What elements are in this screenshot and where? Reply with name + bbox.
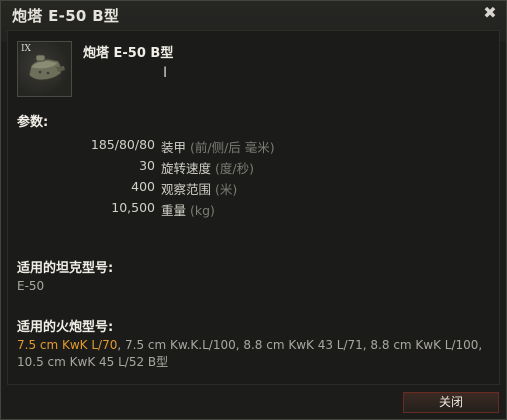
module-info-panel: IX 炮塔 E-50 B型 I 参数: 185/80/80 装甲 (前/侧/后 … [7, 30, 500, 385]
param-name-text: 装甲 [161, 140, 187, 155]
param-row-weight: 10,500 重量 (kg) [8, 200, 501, 218]
param-name-text: 旋转速度 [161, 161, 212, 176]
param-name: 装甲 (前/侧/后 毫米) [161, 137, 275, 156]
param-name-text: 观察范围 [161, 182, 212, 197]
param-value: 185/80/80 [90, 137, 155, 152]
text-cursor-icon: I [163, 65, 168, 81]
compatible-guns: 7.5 cm KwK L/70, 7.5 cm Kw.K.L/100, 8.8 … [17, 337, 492, 371]
param-value: 30 [139, 158, 155, 173]
param-unit: (度/秒) [215, 161, 254, 176]
param-unit: (米) [215, 182, 238, 197]
current-gun: 7.5 cm KwK L/70 [17, 338, 118, 352]
param-name: 重量 (kg) [161, 200, 215, 219]
param-name: 旋转速度 (度/秒) [161, 158, 254, 177]
module-info-window: 炮塔 E-50 B型 ✖ IX 炮塔 E-50 B型 I 参数: 185/80/… [0, 0, 507, 420]
param-value: 400 [131, 179, 155, 194]
param-row-rotation-speed: 30 旋转速度 (度/秒) [8, 158, 501, 176]
params-label: 参数: [17, 115, 49, 130]
window-titlebar[interactable]: 炮塔 E-50 B型 ✖ [1, 1, 506, 29]
param-row-view-range: 400 观察范围 (米) [8, 179, 501, 197]
window-title: 炮塔 E-50 B型 [12, 7, 120, 25]
param-value: 10,500 [111, 200, 155, 215]
guns-label: 适用的火炮型号: [17, 320, 114, 335]
turret-icon [27, 54, 65, 84]
param-name: 观察范围 (米) [161, 179, 237, 198]
close-button[interactable]: 关闭 [403, 392, 499, 413]
compatible-tanks: E-50 [17, 279, 45, 293]
tanks-label: 适用的坦克型号: [17, 261, 114, 276]
module-icon-box: IX [17, 41, 72, 97]
param-unit: (前/侧/后 毫米) [190, 140, 275, 155]
close-x-icon[interactable]: ✖ [482, 5, 498, 21]
param-name-text: 重量 [161, 203, 187, 218]
param-row-armor: 185/80/80 装甲 (前/侧/后 毫米) [8, 137, 501, 155]
param-unit: (kg) [190, 203, 215, 218]
module-name: 炮塔 E-50 B型 [83, 46, 174, 61]
